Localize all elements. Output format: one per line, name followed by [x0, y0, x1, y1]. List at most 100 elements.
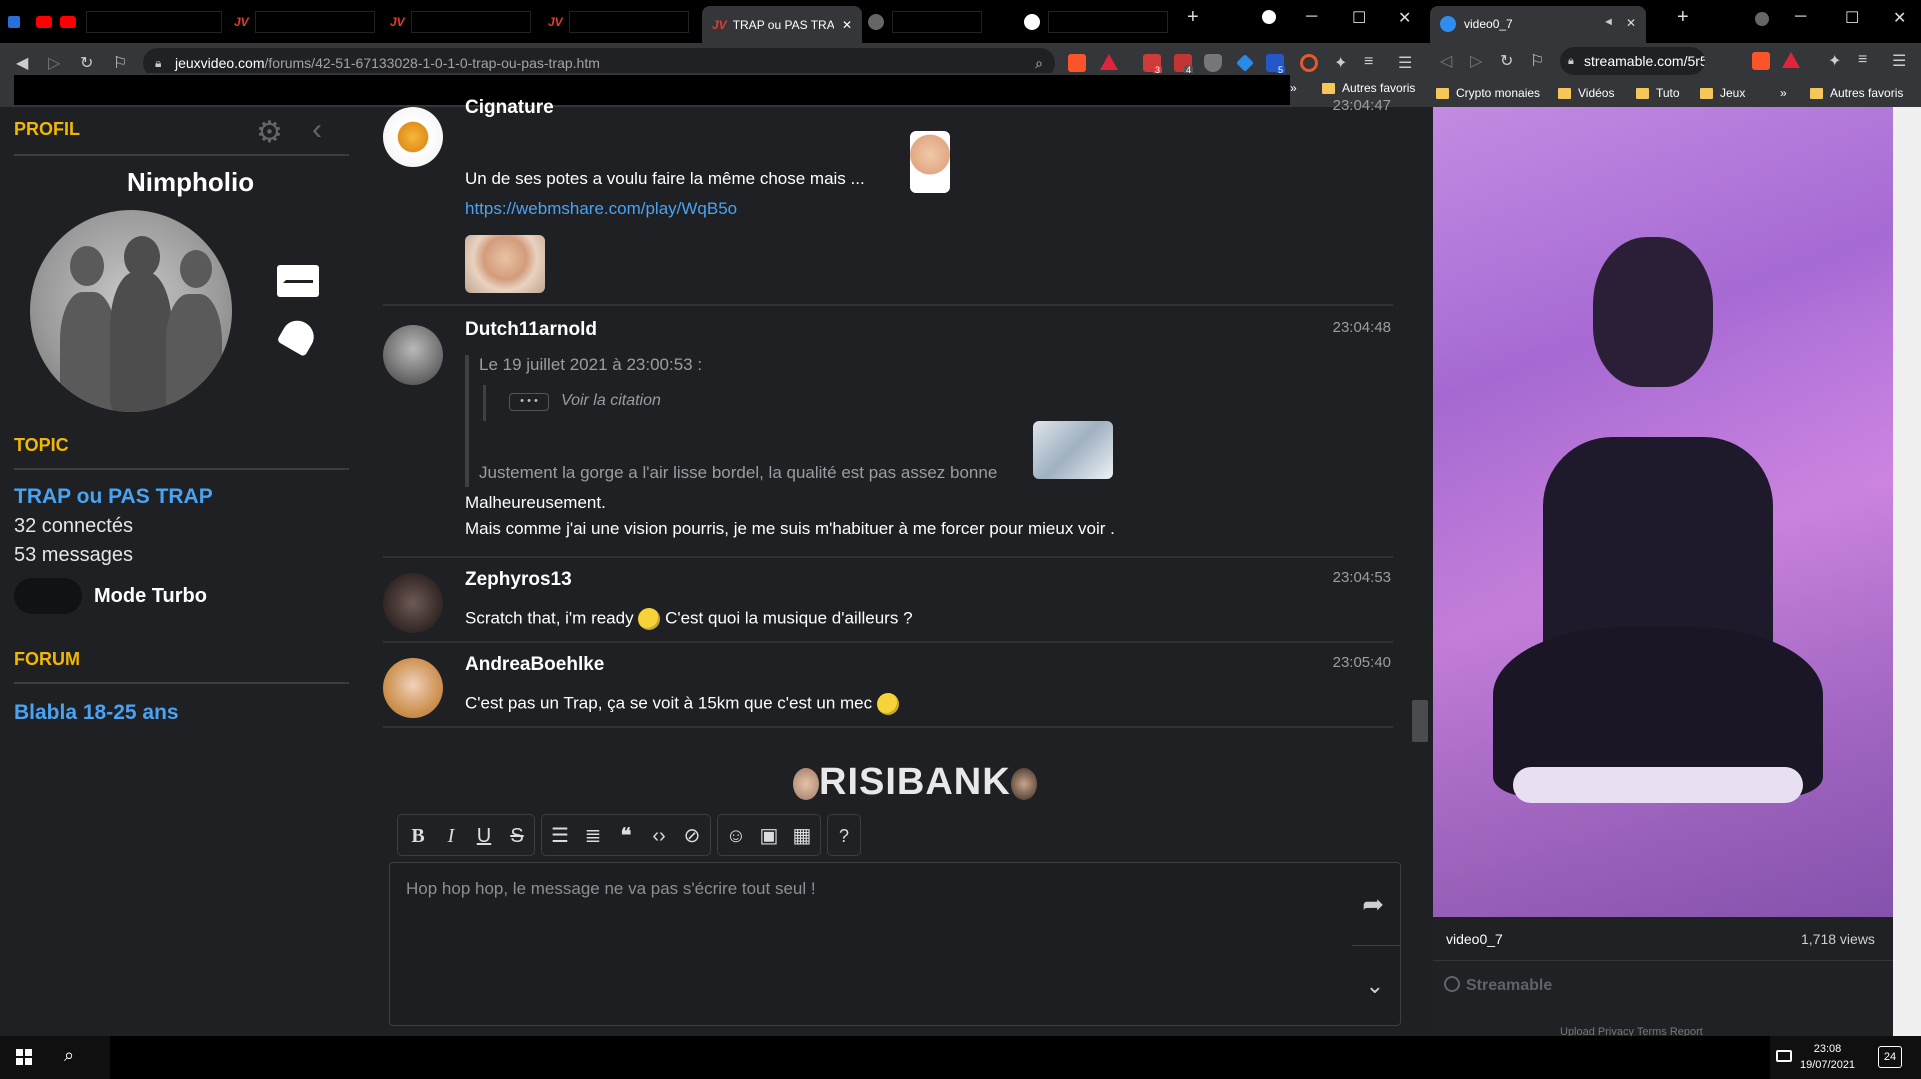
- pinned-tab-youtube-2[interactable]: [60, 6, 84, 38]
- sticker-image[interactable]: [465, 235, 545, 293]
- risibank-logo[interactable]: RISIBANK: [793, 761, 1037, 804]
- tab-jv-3[interactable]: JV: [548, 6, 689, 38]
- close-window-icon[interactable]: ✕: [1893, 8, 1906, 28]
- bookmark-icon[interactable]: ⚐: [1530, 51, 1544, 71]
- mail-icon[interactable]: [277, 265, 319, 297]
- streamable-logo[interactable]: Streamable: [1444, 976, 1552, 995]
- audio-icon[interactable]: ◄: [1603, 16, 1614, 28]
- smiley-icon[interactable]: ☺: [722, 823, 750, 849]
- post-time[interactable]: 23:04:48: [1333, 319, 1391, 336]
- brave-shield-icon[interactable]: [1068, 54, 1086, 72]
- search-icon[interactable]: ⌕: [64, 1045, 74, 1066]
- bookmark-tuto[interactable]: Tuto: [1636, 86, 1680, 100]
- tab-search-icon[interactable]: [1755, 12, 1769, 26]
- italic-button[interactable]: I: [437, 823, 465, 849]
- topic-link[interactable]: TRAP ou PAS TRAP: [14, 485, 213, 509]
- chevron-down-icon[interactable]: ⌄: [1366, 973, 1384, 999]
- forward-icon[interactable]: ▷: [1470, 51, 1482, 71]
- pinned-tab-youtube[interactable]: [36, 6, 60, 38]
- post-time[interactable]: 23:04:53: [1333, 569, 1391, 586]
- gear-icon[interactable]: ⚙: [256, 115, 283, 150]
- turbo-toggle[interactable]: [14, 578, 82, 614]
- sticker-image[interactable]: [910, 131, 950, 193]
- tab-google[interactable]: [1024, 6, 1168, 38]
- post-link[interactable]: https://webmshare.com/play/WqB5o: [465, 199, 737, 219]
- post-avatar[interactable]: [383, 573, 443, 633]
- network-icon[interactable]: [1776, 1050, 1792, 1062]
- pinned-tab-1[interactable]: [8, 6, 28, 38]
- brave-rewards-icon[interactable]: [1100, 54, 1118, 70]
- diamond-icon[interactable]: [1236, 54, 1254, 72]
- numbered-list-icon[interactable]: ≣: [579, 823, 607, 849]
- expand-quote-button[interactable]: • • •: [509, 393, 549, 411]
- back-icon[interactable]: ◀: [16, 53, 28, 73]
- sticker-image[interactable]: [1033, 421, 1113, 479]
- maximize-icon[interactable]: ☐: [1352, 8, 1366, 28]
- underline-button[interactable]: U: [470, 823, 498, 849]
- quote-icon[interactable]: ❝: [612, 823, 640, 849]
- post-author[interactable]: Cignature: [465, 97, 554, 119]
- bell-icon[interactable]: [276, 315, 320, 357]
- message-textarea[interactable]: Hop hop hop, le message ne va pas s'écri…: [389, 862, 1401, 1026]
- bookmark-videos[interactable]: Vidéos: [1558, 86, 1614, 100]
- tab-redacted-1[interactable]: [86, 6, 222, 38]
- chevron-left-icon[interactable]: ‹: [312, 113, 322, 147]
- code-icon[interactable]: ‹›: [645, 823, 673, 849]
- forward-icon[interactable]: ▷: [48, 53, 60, 73]
- tab-jv-2[interactable]: JV: [390, 6, 531, 38]
- shield-icon[interactable]: [1204, 54, 1222, 72]
- media-queue-icon[interactable]: ≡: [1858, 51, 1867, 69]
- forum-link[interactable]: Blabla 18-25 ans: [14, 701, 179, 725]
- extensions-puzzle-icon[interactable]: ✦: [1334, 53, 1347, 73]
- bookmark-icon[interactable]: ⚐: [113, 53, 127, 73]
- close-icon[interactable]: ✕: [842, 18, 852, 32]
- minimize-icon[interactable]: ─: [1306, 8, 1317, 26]
- tab-search-icon[interactable]: [1262, 10, 1276, 24]
- scrollbar[interactable]: [1412, 107, 1430, 1036]
- privacy-extension-icon[interactable]: [1300, 54, 1318, 72]
- image-icon[interactable]: ▣: [755, 823, 783, 849]
- video-player[interactable]: [1433, 107, 1893, 917]
- maximize-icon[interactable]: ☐: [1845, 8, 1859, 28]
- brave-rewards-icon[interactable]: [1782, 52, 1800, 68]
- tab-trap-ou-pas-trap[interactable]: JV TRAP ou PAS TRAP ✕: [702, 6, 862, 43]
- post-time[interactable]: 23:05:40: [1333, 654, 1391, 671]
- page-scrollbar[interactable]: [1893, 107, 1921, 1036]
- reload-icon[interactable]: ↻: [1500, 51, 1513, 71]
- list-icon[interactable]: ☰: [546, 823, 574, 849]
- post-time[interactable]: 23:04:47: [1333, 97, 1391, 114]
- new-tab-icon[interactable]: +: [1187, 6, 1199, 29]
- strikethrough-button[interactable]: S: [503, 823, 531, 849]
- bold-button[interactable]: B: [404, 823, 432, 849]
- scrollbar-thumb[interactable]: [1412, 700, 1428, 742]
- post-author[interactable]: AndreaBoehlke: [465, 654, 604, 676]
- close-icon[interactable]: ✕: [1626, 16, 1636, 30]
- brave-shield-icon[interactable]: [1752, 52, 1770, 70]
- extensions-puzzle-icon[interactable]: ✦: [1828, 51, 1841, 71]
- help-button[interactable]: ?: [830, 823, 858, 849]
- address-bar[interactable]: 🔒︎ streamable.com/5r5...: [1560, 47, 1705, 75]
- post-avatar[interactable]: [383, 107, 443, 167]
- tab-globe[interactable]: [868, 6, 982, 38]
- spoiler-icon[interactable]: ⊘: [678, 823, 706, 849]
- notifications-badge[interactable]: 24: [1878, 1046, 1902, 1068]
- windows-start-icon[interactable]: [16, 1049, 32, 1065]
- bookmark-autres-favoris[interactable]: Autres favoris: [1810, 86, 1903, 100]
- send-icon[interactable]: ➦: [1362, 889, 1384, 920]
- post-avatar[interactable]: [383, 658, 443, 718]
- see-quote-link[interactable]: Voir la citation: [561, 392, 661, 410]
- bookmark-jeux[interactable]: Jeux: [1700, 86, 1745, 100]
- system-clock[interactable]: 23:08 19/07/2021: [1800, 1041, 1855, 1073]
- post-author[interactable]: Zephyros13: [465, 569, 572, 591]
- bookmarks-overflow-icon[interactable]: »: [1780, 86, 1787, 100]
- media-queue-icon[interactable]: ≡: [1364, 53, 1373, 71]
- close-window-icon[interactable]: ✕: [1398, 8, 1411, 28]
- tab-video[interactable]: video0_7 ✕ ◄: [1430, 6, 1646, 43]
- tab-jv-1[interactable]: JV: [234, 6, 375, 38]
- bookmark-crypto[interactable]: Crypto monaies: [1436, 86, 1540, 100]
- post-avatar[interactable]: [383, 325, 443, 385]
- post-author[interactable]: Dutch11arnold: [465, 319, 597, 341]
- reload-icon[interactable]: ↻: [80, 53, 93, 73]
- new-tab-icon[interactable]: +: [1677, 6, 1689, 29]
- minimize-icon[interactable]: ─: [1795, 8, 1806, 26]
